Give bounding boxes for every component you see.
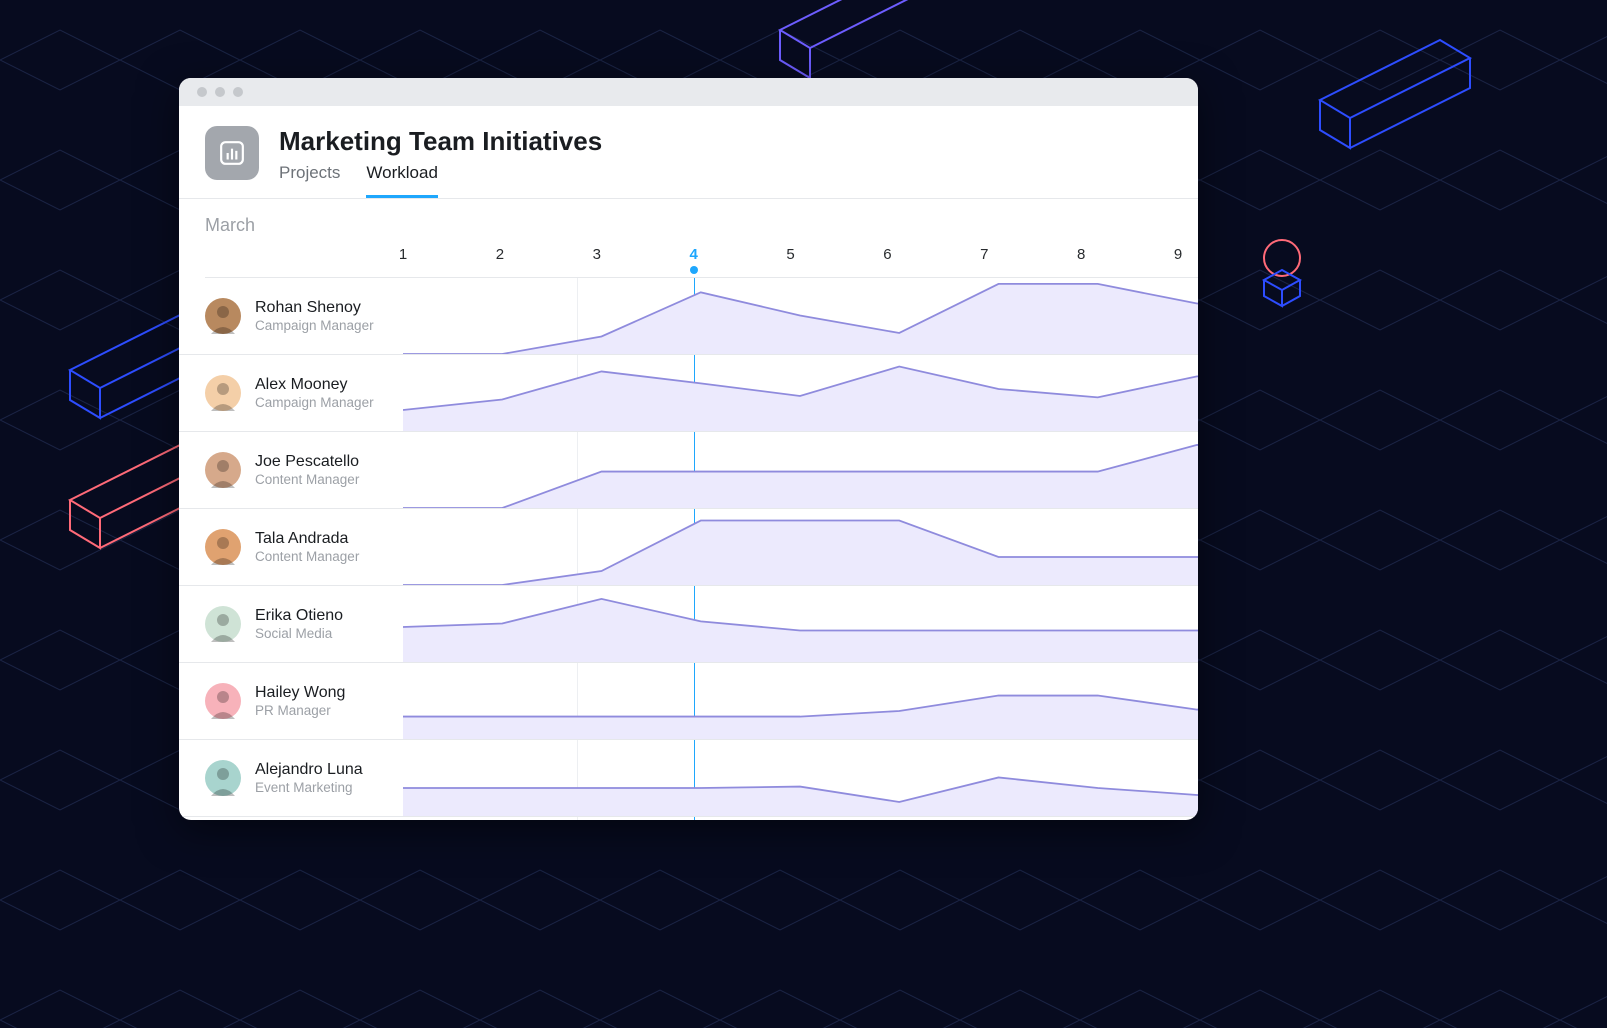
- person-name: Erika Otieno: [255, 606, 343, 626]
- workload-sparkline: [403, 278, 1198, 354]
- workload-row: Tala AndradaContent Manager: [179, 509, 1198, 586]
- workload-sparkline: [403, 586, 1198, 662]
- person-role: Event Marketing: [255, 780, 363, 797]
- avatar[interactable]: [205, 606, 241, 642]
- window-close-icon[interactable]: [197, 87, 207, 97]
- tab-workload[interactable]: Workload: [366, 163, 438, 198]
- avatar[interactable]: [205, 298, 241, 334]
- person-name: Alejandro Luna: [255, 760, 363, 780]
- avatar[interactable]: [205, 529, 241, 565]
- person-name: Tala Andrada: [255, 529, 359, 549]
- header: Marketing Team Initiatives Projects Workl…: [179, 106, 1198, 199]
- workload-row: Alejandro LunaEvent Marketing: [179, 740, 1198, 817]
- person-role: Content Manager: [255, 549, 359, 566]
- rows-container: Rohan ShenoyCampaign ManagerAlex MooneyC…: [179, 278, 1198, 820]
- month-label: March: [179, 199, 1198, 240]
- tabs: Projects Workload: [279, 163, 602, 198]
- row-label[interactable]: Hailey WongPR Manager: [179, 663, 403, 739]
- row-label[interactable]: Tala AndradaContent Manager: [179, 509, 403, 585]
- page-title: Marketing Team Initiatives: [279, 126, 602, 157]
- workload-row: Alex MooneyCampaign Manager: [179, 355, 1198, 432]
- row-label[interactable]: Erika OtienoSocial Media: [179, 586, 403, 662]
- day-label-2: 2: [496, 246, 504, 263]
- workload-row: Joe PescatelloContent Manager: [179, 432, 1198, 509]
- row-label[interactable]: Joe PescatelloContent Manager: [179, 432, 403, 508]
- avatar[interactable]: [205, 760, 241, 796]
- person-name: Rohan Shenoy: [255, 298, 374, 318]
- workload-sparkline: [403, 432, 1198, 508]
- person-name: Hailey Wong: [255, 683, 345, 703]
- day-label-9: 9: [1174, 246, 1182, 263]
- day-label-8: 8: [1077, 246, 1085, 263]
- window: Marketing Team Initiatives Projects Workl…: [179, 78, 1198, 820]
- workload-row: Hailey WongPR Manager: [179, 663, 1198, 740]
- timeline-header: 1 2 3 4 5 6 7 8 9: [205, 240, 1198, 278]
- day-label-4: 4: [689, 246, 697, 263]
- workload-sparkline: [403, 355, 1198, 431]
- day-label-5: 5: [786, 246, 794, 263]
- workload-row: Erika OtienoSocial Media: [179, 586, 1198, 663]
- workload-sparkline: [403, 663, 1198, 739]
- window-title-bar: [179, 78, 1198, 106]
- row-label[interactable]: Alex MooneyCampaign Manager: [179, 355, 403, 431]
- person-role: Content Manager: [255, 472, 359, 489]
- person-name: Alex Mooney: [255, 375, 374, 395]
- person-role: Social Media: [255, 626, 343, 643]
- person-name: Joe Pescatello: [255, 452, 359, 472]
- avatar[interactable]: [205, 375, 241, 411]
- tab-projects[interactable]: Projects: [279, 163, 340, 198]
- day-label-3: 3: [593, 246, 601, 263]
- workload-sparkline: [403, 509, 1198, 585]
- row-label[interactable]: Rohan ShenoyCampaign Manager: [179, 278, 403, 354]
- bar-chart-icon: [219, 140, 245, 166]
- person-role: Campaign Manager: [255, 318, 374, 335]
- person-role: Campaign Manager: [255, 395, 374, 412]
- app-icon: [205, 126, 259, 180]
- workload-row: Rohan ShenoyCampaign Manager: [179, 278, 1198, 355]
- window-minimize-icon[interactable]: [215, 87, 225, 97]
- current-day-marker: [690, 266, 698, 274]
- row-label[interactable]: Alejandro LunaEvent Marketing: [179, 740, 403, 816]
- day-label-7: 7: [980, 246, 988, 263]
- workload-sparkline: [403, 740, 1198, 816]
- avatar[interactable]: [205, 452, 241, 488]
- person-role: PR Manager: [255, 703, 345, 720]
- day-label-1: 1: [399, 246, 407, 263]
- avatar[interactable]: [205, 683, 241, 719]
- window-maximize-icon[interactable]: [233, 87, 243, 97]
- day-label-6: 6: [883, 246, 891, 263]
